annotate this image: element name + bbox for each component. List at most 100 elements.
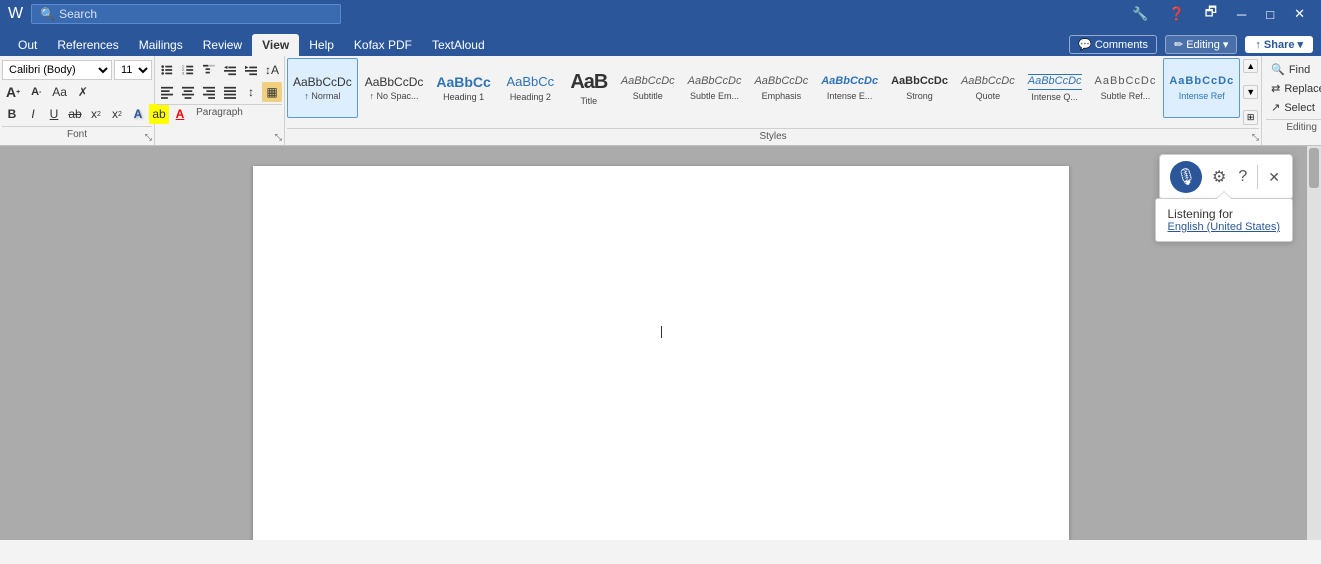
paragraph-expand-button[interactable]: ⤡ bbox=[275, 132, 282, 143]
tools-icon[interactable]: 🔧 bbox=[1124, 4, 1156, 24]
style-item-subtle-em[interactable]: AaBbCcDc Subtle Em... bbox=[682, 58, 748, 118]
style-item-heading1[interactable]: AaBbCc Heading 1 bbox=[430, 58, 496, 118]
increase-indent-button[interactable] bbox=[241, 60, 261, 80]
listening-language[interactable]: English (United States) bbox=[1168, 221, 1281, 233]
styles-expand-button[interactable]: ⤡ bbox=[1252, 132, 1259, 143]
clear-formatting-button[interactable]: ✗ bbox=[73, 82, 93, 102]
paragraph-group: 1.2.3. ↕A ¶ bbox=[155, 56, 285, 145]
style-label-quote: Quote bbox=[976, 91, 1001, 101]
font-name-select[interactable]: Calibri (Body) bbox=[2, 60, 112, 80]
style-preview-quote: AaBbCcDc bbox=[961, 75, 1015, 88]
close-button[interactable]: ✕ bbox=[1286, 4, 1313, 24]
comments-button[interactable]: 💬 Comments bbox=[1069, 35, 1157, 54]
style-item-subtle-ref[interactable]: AaBbCcDc Subtle Ref... bbox=[1089, 58, 1163, 118]
align-right-button[interactable] bbox=[199, 82, 219, 102]
styles-expand[interactable]: ⊞ bbox=[1243, 110, 1258, 125]
search-icon: 🔍 bbox=[40, 7, 55, 21]
dictate-panel-divider bbox=[1257, 165, 1258, 189]
style-item-quote[interactable]: AaBbCcDc Quote bbox=[955, 58, 1021, 118]
mic-icon: 🎙 bbox=[1176, 167, 1196, 187]
font-size-controls: A+ A- Aa ✗ bbox=[2, 82, 152, 102]
align-left-button[interactable] bbox=[157, 82, 177, 102]
decrease-indent-button[interactable] bbox=[220, 60, 240, 80]
ribbon-main: Calibri (Body) 11 A+ A- Aa ✗ B I U ab x2… bbox=[0, 56, 1321, 146]
sort-button[interactable]: ↕A bbox=[262, 60, 282, 80]
align-center-button[interactable] bbox=[178, 82, 198, 102]
style-item-heading2[interactable]: AaBbCc Heading 2 bbox=[498, 58, 563, 118]
document-scrollbar[interactable] bbox=[1307, 146, 1321, 540]
restore-window-button[interactable]: 🗗 bbox=[1197, 1, 1225, 27]
minimize-button[interactable]: ─ bbox=[1229, 5, 1254, 24]
ribbon-tab-actions: 💬 Comments ✏ Editing ▾ ↑ Share ▾ bbox=[1069, 35, 1313, 56]
style-item-normal[interactable]: AaBbCcDc ↑ Normal bbox=[287, 58, 358, 118]
title-bar: W 🔍 🔧 ❓ 🗗 ─ □ ✕ bbox=[0, 0, 1321, 28]
style-preview-subtle-ref: AaBbCcDc bbox=[1095, 75, 1157, 88]
line-spacing-button[interactable]: ↕ bbox=[241, 82, 261, 102]
close-icon: ✕ bbox=[1268, 169, 1280, 185]
shading-button[interactable]: ▦ bbox=[262, 82, 282, 102]
select-button[interactable]: ↗ Select ▾ bbox=[1266, 98, 1321, 117]
bullet-list-button[interactable] bbox=[157, 60, 177, 80]
shrink-font-button[interactable]: A- bbox=[26, 82, 46, 102]
tab-textaloud[interactable]: TextAloud bbox=[422, 34, 495, 56]
replace-button[interactable]: ⇄ Replace bbox=[1266, 79, 1321, 98]
maximize-button[interactable]: □ bbox=[1258, 5, 1282, 24]
styles-group: AaBbCcDc ↑ Normal AaBbCcDc ↑ No Spac... … bbox=[285, 56, 1262, 145]
gear-icon: ⚙ bbox=[1212, 169, 1226, 186]
styles-group-label: Styles bbox=[287, 128, 1259, 145]
tab-help[interactable]: Help bbox=[299, 34, 344, 56]
bold-button[interactable]: B bbox=[2, 104, 22, 124]
style-preview-heading1: AaBbCc bbox=[436, 74, 490, 91]
text-effects-button[interactable]: A bbox=[128, 104, 148, 124]
underline-button[interactable]: U bbox=[44, 104, 64, 124]
strikethrough-button[interactable]: ab bbox=[65, 104, 85, 124]
style-preview-intense-q: AaBbCcDc bbox=[1028, 74, 1082, 89]
change-case-button[interactable]: Aa bbox=[48, 82, 71, 102]
style-item-title[interactable]: AaB Title bbox=[564, 58, 614, 118]
tab-mailings[interactable]: Mailings bbox=[129, 34, 193, 56]
font-expand-button[interactable]: ⤡ bbox=[145, 132, 152, 143]
tab-view[interactable]: View bbox=[252, 34, 299, 56]
font-selector-row: Calibri (Body) 11 bbox=[2, 60, 152, 80]
editing-mode-button[interactable]: ✏ Editing ▾ bbox=[1165, 35, 1237, 54]
tab-review[interactable]: Review bbox=[193, 34, 252, 56]
editing-group: 🔍 Find ▾ ⇄ Replace ↗ Select ▾ Editing bbox=[1262, 56, 1321, 145]
tab-kofax[interactable]: Kofax PDF bbox=[344, 34, 422, 56]
share-button[interactable]: ↑ Share ▾ bbox=[1245, 36, 1313, 53]
style-label-intense-q: Intense Q... bbox=[1031, 92, 1078, 102]
select-icon: ↗ bbox=[1271, 101, 1280, 114]
scrollbar-thumb[interactable] bbox=[1309, 148, 1319, 188]
dictate-help-button[interactable]: ? bbox=[1236, 166, 1249, 188]
superscript-button[interactable]: x2 bbox=[107, 104, 127, 124]
style-item-subtitle[interactable]: AaBbCcDc Subtitle bbox=[615, 58, 681, 118]
search-box[interactable]: 🔍 bbox=[31, 4, 341, 24]
grow-font-button[interactable]: A+ bbox=[2, 82, 24, 102]
search-input[interactable] bbox=[59, 7, 319, 21]
subscript-button[interactable]: x2 bbox=[86, 104, 106, 124]
style-item-no-spacing[interactable]: AaBbCcDc ↑ No Spac... bbox=[359, 58, 430, 118]
style-item-intense-ref[interactable]: AaBbCcDc Intense Ref bbox=[1163, 58, 1240, 118]
styles-scroll-down[interactable]: ▼ bbox=[1243, 85, 1258, 99]
tab-references[interactable]: References bbox=[47, 34, 128, 56]
dictate-settings-button[interactable]: ⚙ bbox=[1210, 165, 1228, 189]
dictate-close-button[interactable]: ✕ bbox=[1266, 167, 1282, 188]
font-format-row: B I U ab x2 x2 A ab A bbox=[2, 104, 152, 124]
editing-group-label: Editing bbox=[1266, 119, 1321, 136]
font-size-select[interactable]: 11 bbox=[114, 60, 152, 80]
multilevel-list-button[interactable] bbox=[199, 60, 219, 80]
style-item-strong[interactable]: AaBbCcDc Strong bbox=[885, 58, 954, 118]
style-preview-normal: AaBbCcDc bbox=[293, 75, 352, 89]
help-icon[interactable]: ❓ bbox=[1161, 4, 1193, 24]
dictate-mic-button[interactable]: 🎙 bbox=[1170, 161, 1202, 193]
font-group-label: Font bbox=[2, 126, 152, 143]
style-item-intense-e[interactable]: AaBbCcDc Intense E... bbox=[815, 58, 884, 118]
styles-scroll-up[interactable]: ▲ bbox=[1243, 59, 1258, 73]
tab-out[interactable]: Out bbox=[8, 34, 47, 56]
number-list-button[interactable]: 1.2.3. bbox=[178, 60, 198, 80]
justify-button[interactable] bbox=[220, 82, 240, 102]
styles-list: AaBbCcDc ↑ Normal AaBbCcDc ↑ No Spac... … bbox=[287, 58, 1240, 126]
italic-button[interactable]: I bbox=[23, 104, 43, 124]
style-item-emphasis[interactable]: AaBbCcDc Emphasis bbox=[748, 58, 814, 118]
style-item-intense-q[interactable]: AaBbCcDc Intense Q... bbox=[1022, 58, 1088, 118]
find-button[interactable]: 🔍 Find ▾ bbox=[1266, 60, 1321, 79]
